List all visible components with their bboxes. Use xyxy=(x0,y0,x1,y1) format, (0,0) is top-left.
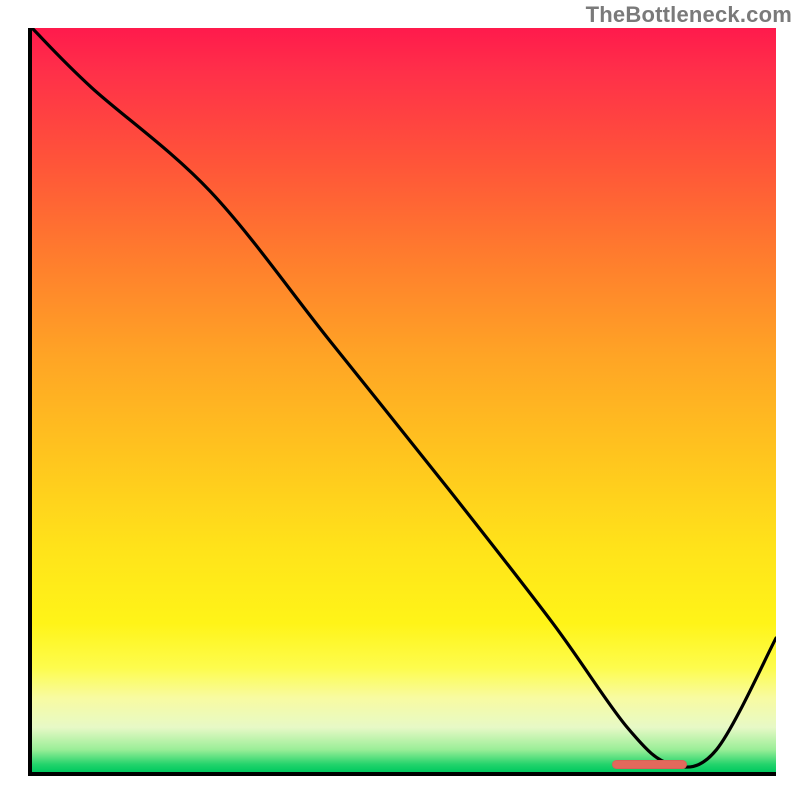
line-path xyxy=(32,28,776,767)
watermark-text: TheBottleneck.com xyxy=(586,2,792,28)
curve-svg xyxy=(32,28,776,772)
min-marker xyxy=(612,760,686,769)
chart-container: TheBottleneck.com xyxy=(0,0,800,800)
plot-area xyxy=(28,28,776,776)
